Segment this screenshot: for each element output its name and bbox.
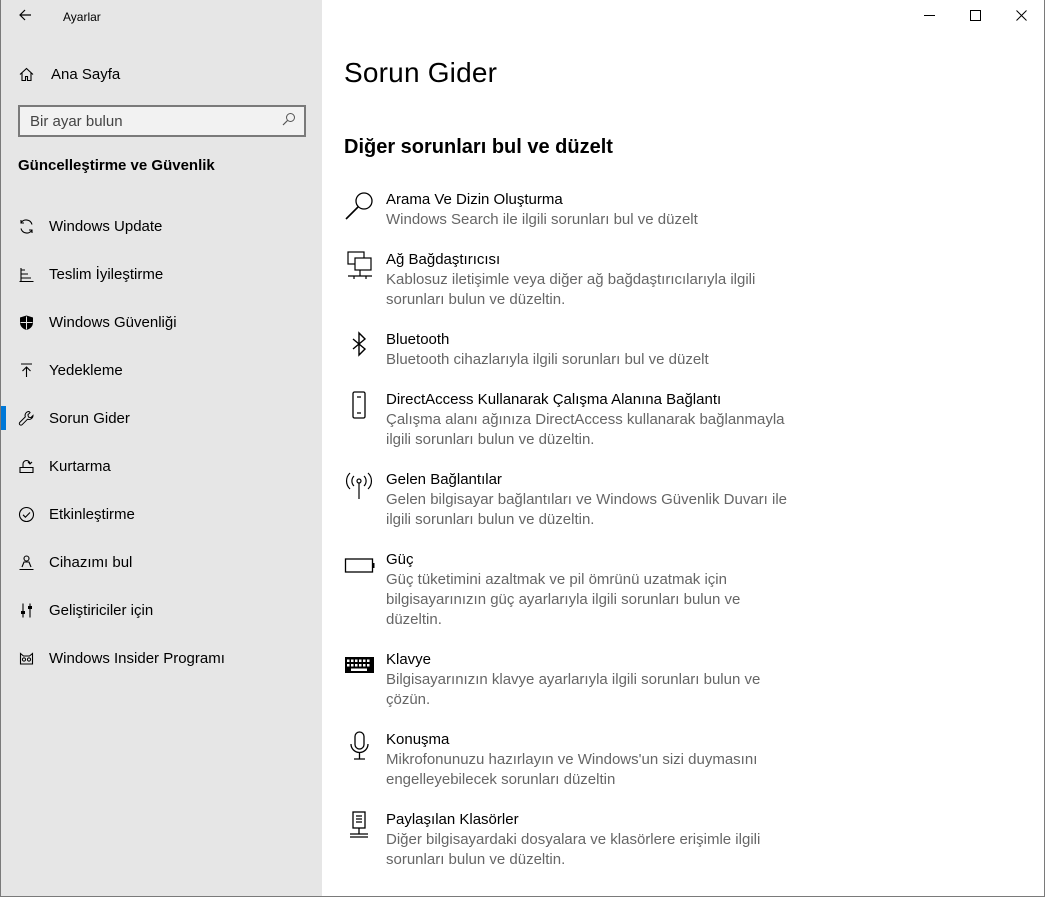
troubleshooter-speech[interactable]: Konuşma Mikrofonunuzu hazırlayın ve Wind… [344,730,804,810]
main-content: Sorun Gider Diğer sorunları bul ve düzel… [322,0,1044,896]
shared-folder-icon [344,810,376,890]
sidebar: Ayarlar Ana Sayfa Güncelleştirme ve Güve… [1,0,322,896]
settings-window: Ayarlar Ana Sayfa Güncelleştirme ve Güve… [0,0,1045,897]
troubleshooter-title: Bluetooth [386,331,450,348]
sidebar-item-delivery-optimization[interactable]: Teslim İyileştirme [1,250,322,298]
sidebar-item-label: Cihazımı bul [49,553,133,571]
troubleshooter-desc: ilgili sorunları bulun ve düzeltin. [386,511,595,528]
refresh-icon [18,218,35,235]
section-heading: Güncelleştirme ve Güvenlik [18,157,215,174]
sidebar-item-label: Yedekleme [49,361,123,379]
troubleshooter-title: Paylaşılan Klasörler [386,811,519,828]
troubleshooter-desc: Kablosuz iletişimle veya diğer ağ bağdaş… [386,271,756,288]
wrench-icon [18,410,35,427]
troubleshooter-title: Arama Ve Dizin Oluşturma [386,191,563,208]
troubleshooter-title: Konuşma [386,731,450,748]
troubleshooter-desc: engelleyebilecek sorunları düzeltin [386,771,616,788]
minimize-icon [923,8,935,26]
sidebar-item-windows-insider[interactable]: Windows Insider Programı [1,634,322,682]
window-controls [906,0,1044,34]
sidebar-item-label: Etkinleştirme [49,505,135,523]
troubleshooter-shared-folders[interactable]: Paylaşılan Klasörler Diğer bilgisayardak… [344,810,804,890]
back-arrow-icon [18,8,32,27]
search-input[interactable] [30,112,282,130]
antenna-icon [344,470,376,550]
bluetooth-icon [344,330,376,390]
sidebar-nav: Windows Update Teslim İyileştirme Window… [1,202,322,682]
minimize-button[interactable] [906,0,952,34]
search-icon [344,190,376,250]
troubleshooter-desc: çözün. [386,691,431,708]
troubleshooter-title: Güç [386,551,414,568]
troubleshooter-desc: Bilgisayarınızın klavye ayarlarıyla ilgi… [386,671,761,688]
troubleshooter-desc: Gelen bilgisayar bağlantıları ve Windows… [386,491,788,508]
microphone-icon [344,730,376,810]
title-bar: Ayarlar [1,0,322,34]
maximize-button[interactable] [952,0,998,34]
troubleshooter-title: DirectAccess Kullanarak Çalışma Alanına … [386,391,722,408]
troubleshooter-keyboard[interactable]: Klavye Bilgisayarınızın klavye ayarlarıy… [344,650,804,730]
troubleshooter-directaccess[interactable]: DirectAccess Kullanarak Çalışma Alanına … [344,390,804,470]
phone-device-icon [344,390,376,470]
troubleshooter-desc: Güç tüketimini azaltmak ve pil ömrünü uz… [386,571,727,588]
home-label: Ana Sayfa [51,65,121,83]
close-icon [1015,8,1027,26]
troubleshooter-incoming-connections[interactable]: Gelen Bağlantılar Gelen bilgisayar bağla… [344,470,804,550]
insider-cat-icon [18,650,35,667]
sidebar-item-label: Windows Güvenliği [49,313,177,331]
recovery-icon [18,458,35,475]
troubleshooter-power[interactable]: Güç Güç tüketimini azaltmak ve pil ömrün… [344,550,804,650]
close-button[interactable] [998,0,1044,34]
troubleshooter-desc: Windows Search ile ilgili sorunları bul … [386,211,698,228]
troubleshooter-bluetooth[interactable]: Bluetooth Bluetooth cihazlarıyla ilgili … [344,330,804,390]
troubleshooter-desc: Çalışma alanı ağınıza DirectAccess kulla… [386,411,785,428]
sidebar-item-label: Teslim İyileştirme [49,265,164,283]
troubleshooter-list: Arama Ve Dizin Oluşturma Windows Search … [344,190,804,890]
home-icon [18,66,35,83]
sidebar-item-recovery[interactable]: Kurtarma [1,442,322,490]
sidebar-item-label: Windows Update [49,217,163,235]
troubleshooter-desc: Mikrofonunuzu hazırlayın ve Windows'un s… [386,751,758,768]
keyboard-icon [344,650,376,730]
troubleshooter-title: Klavye [386,651,432,668]
battery-icon [344,550,376,650]
search-icon[interactable] [282,112,296,131]
troubleshooter-search-indexing[interactable]: Arama Ve Dizin Oluşturma Windows Search … [344,190,804,250]
sidebar-item-activation[interactable]: Etkinleştirme [1,490,322,538]
sidebar-item-label: Windows Insider Programı [49,649,225,667]
back-button[interactable] [1,0,49,34]
troubleshooter-desc: sorunları bulun ve düzeltin. [386,291,566,308]
troubleshooter-desc: sorunları bulun ve düzeltin. [386,851,566,868]
troubleshooter-desc: düzeltin. [386,611,442,628]
troubleshooter-desc: Diğer bilgisayardaki dosyalara ve klasör… [386,831,761,848]
sidebar-item-label: Kurtarma [49,457,111,475]
check-circle-icon [18,506,35,523]
shield-icon [18,314,35,331]
troubleshooter-title: Ağ Bağdaştırıcısı [386,251,501,268]
network-adapter-icon [344,250,376,330]
page-title: Sorun Gider [344,57,498,88]
delivery-optimization-icon [18,266,35,283]
person-location-icon [18,554,35,571]
sidebar-item-for-developers[interactable]: Geliştiriciler için [1,586,322,634]
troubleshooter-desc: Bluetooth cihazlarıyla ilgili sorunları … [386,351,709,368]
troubleshooter-title: Gelen Bağlantılar [386,471,502,488]
sidebar-item-windows-security[interactable]: Windows Güvenliği [1,298,322,346]
sidebar-item-troubleshoot[interactable]: Sorun Gider [1,394,322,442]
sidebar-item-find-my-device[interactable]: Cihazımı bul [1,538,322,586]
search-box[interactable] [18,105,306,137]
troubleshooter-desc: bilgisayarınızın güç ayarlarıyla ilgili … [386,591,741,608]
maximize-icon [969,8,981,26]
backup-arrow-icon [18,362,35,379]
sidebar-item-windows-update[interactable]: Windows Update [1,202,322,250]
app-title: Ayarlar [63,10,101,24]
section-title: Diğer sorunları bul ve düzelt [344,136,613,158]
sidebar-item-label: Geliştiriciler için [49,601,154,619]
sidebar-item-home[interactable]: Ana Sayfa [1,54,322,94]
troubleshooter-network-adapter[interactable]: Ağ Bağdaştırıcısı Kablosuz iletişimle ve… [344,250,804,330]
troubleshooter-desc: ilgili sorunları bulun ve düzeltin. [386,431,595,448]
sidebar-item-label: Sorun Gider [49,409,130,427]
developer-sliders-icon [18,602,35,619]
sidebar-item-backup[interactable]: Yedekleme [1,346,322,394]
